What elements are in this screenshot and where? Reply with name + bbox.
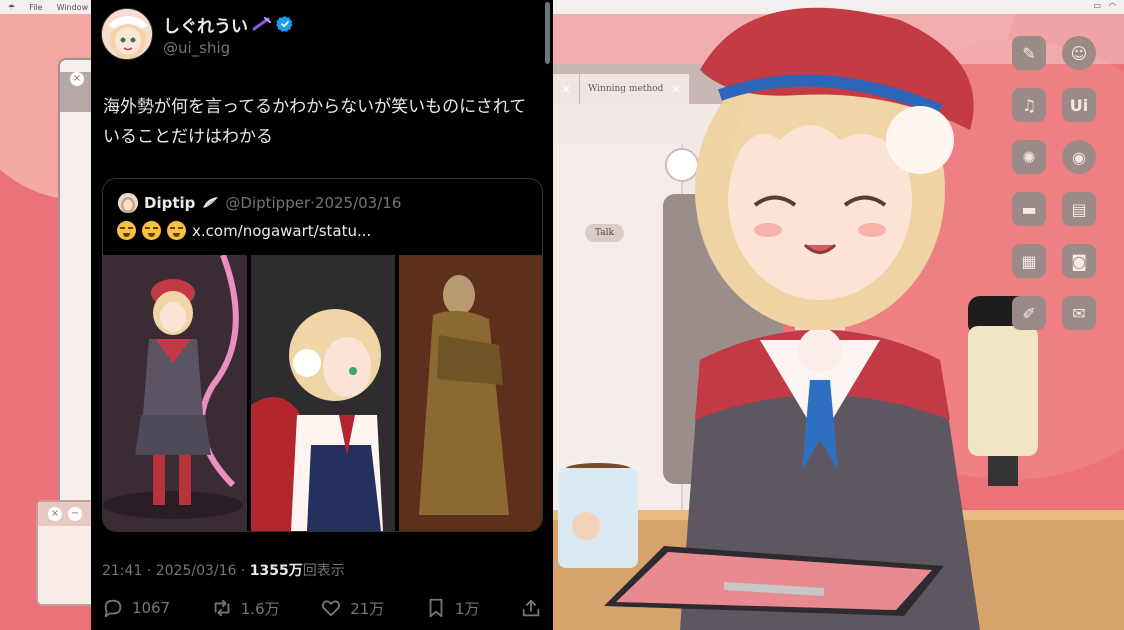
menu-window[interactable]: Window: [57, 3, 89, 12]
like-button[interactable]: 21万: [320, 597, 384, 619]
folder-icon[interactable]: ▬: [1012, 192, 1046, 226]
tweet-metadata: 21:41 · 2025/03/16 · 1355万回表示: [102, 560, 345, 580]
vtuber-character: [680, 7, 980, 630]
views-label[interactable]: 回表示: [303, 563, 345, 579]
character-model-child-image: [251, 255, 395, 531]
quote-text: x.com/nogawart/statu...: [117, 221, 371, 240]
mail-icon[interactable]: ✉: [1062, 296, 1096, 330]
share-button[interactable]: [520, 597, 542, 619]
author-names: しぐれうい @ui_shig: [163, 12, 294, 57]
brush-icon[interactable]: ✐: [1012, 296, 1046, 330]
display-name-row: しぐれうい: [163, 12, 294, 37]
repost-count: 1.6万: [240, 599, 280, 618]
quote-link[interactable]: x.com/nogawart/statu...: [192, 222, 371, 240]
discord-icon[interactable]: ☺: [1062, 36, 1096, 70]
browser-tab: ×: [553, 74, 581, 104]
media-image-3[interactable]: [399, 255, 542, 531]
tweet-actions: 1067 1.6万 21万 1万: [102, 597, 542, 619]
elden-ring-character-image: [399, 255, 542, 531]
wifi-icon[interactable]: ◠: [1109, 1, 1116, 10]
camera-icon[interactable]: ◙: [1062, 244, 1096, 278]
quote-author-name[interactable]: Diptip: [144, 194, 195, 212]
meta-separator: ·: [240, 563, 246, 579]
quote-author-handle: @Diptipper·2025/03/16: [225, 194, 401, 212]
tweet-text: 海外勢が何を言ってるかわからないが笑いものにされていることだけはわかる: [103, 97, 527, 147]
repost-button[interactable]: 1.6万: [211, 597, 280, 619]
quote-header: Diptip @Diptipper·2025/03/16: [118, 193, 401, 213]
quote-handle-text[interactable]: @Diptipper: [225, 194, 310, 212]
bookmark-button[interactable]: 1万: [425, 597, 480, 619]
umbrella-emoji-icon: [253, 17, 271, 31]
display-name[interactable]: しぐれうい: [163, 12, 248, 37]
close-icon: ×: [70, 72, 84, 86]
author-avatar[interactable]: [101, 8, 153, 60]
paint-app-icon[interactable]: ✎: [1012, 36, 1046, 70]
close-icon: ×: [561, 82, 572, 96]
menu-file[interactable]: File: [29, 3, 42, 12]
talk-chip: Talk: [585, 224, 625, 242]
share-icon: [522, 599, 540, 617]
battery-icon[interactable]: ▭: [1093, 1, 1101, 10]
window-icon[interactable]: ▤: [1062, 192, 1096, 226]
views-count[interactable]: 1355万: [250, 563, 303, 579]
line-icon[interactable]: ◉: [1062, 140, 1096, 174]
quote-media-grid: [103, 255, 542, 531]
tweet-author[interactable]: しぐれうい @ui_shig: [101, 8, 294, 60]
quote-author-avatar[interactable]: [118, 193, 138, 213]
author-handle[interactable]: @ui_shig: [163, 39, 294, 57]
crying-face-emoji-icon: [142, 221, 161, 240]
heart-icon: [322, 600, 341, 617]
desktop-app-grid: ✎ ☺ ♫ Ui ✺ ◉ ▬ ▤ ▦ ◙ ✐ ✉: [1012, 36, 1112, 330]
reply-button[interactable]: 1067: [102, 597, 170, 619]
meta-separator: ·: [146, 563, 152, 579]
crying-face-emoji-icon: [117, 221, 136, 240]
wing-emoji-icon: [203, 197, 219, 208]
verified-badge-icon: [276, 16, 293, 32]
tweet-panel: しぐれうい @ui_shig 海外勢が何を言ってるかわからないが笑いものにされて…: [91, 0, 553, 630]
reply-count: 1067: [132, 599, 171, 617]
reply-icon: [104, 599, 122, 618]
minimize-icon: −: [68, 507, 82, 521]
media-image-1[interactable]: [103, 255, 247, 531]
tweet-time[interactable]: 21:41: [102, 563, 142, 579]
avatar-image: [102, 9, 152, 59]
drawing-tablet: [604, 546, 944, 616]
grid-icon[interactable]: ▦: [1012, 244, 1046, 278]
like-count: 21万: [350, 599, 385, 618]
scrollbar[interactable]: [545, 2, 550, 64]
character-model-front-image: [103, 255, 247, 531]
apple-icon[interactable]: ☂: [8, 3, 15, 12]
pinwheel-icon[interactable]: ✺: [1012, 140, 1046, 174]
bookmark-count: 1万: [454, 599, 480, 618]
tweet-date[interactable]: 2025/03/16: [156, 563, 237, 579]
crying-face-emoji-icon: [167, 221, 186, 240]
music-icon[interactable]: ♫: [1012, 88, 1046, 122]
media-image-2[interactable]: [251, 255, 395, 531]
ui-app-icon[interactable]: Ui: [1062, 88, 1096, 122]
bookmark-icon: [429, 598, 443, 618]
quote-date[interactable]: 2025/03/16: [315, 194, 401, 212]
quoted-tweet[interactable]: Diptip @Diptipper·2025/03/16 x.com/nogaw…: [102, 178, 543, 532]
quote-avatar-image: [118, 193, 138, 213]
repost-icon: [214, 599, 230, 617]
close-icon: ×: [48, 507, 62, 521]
